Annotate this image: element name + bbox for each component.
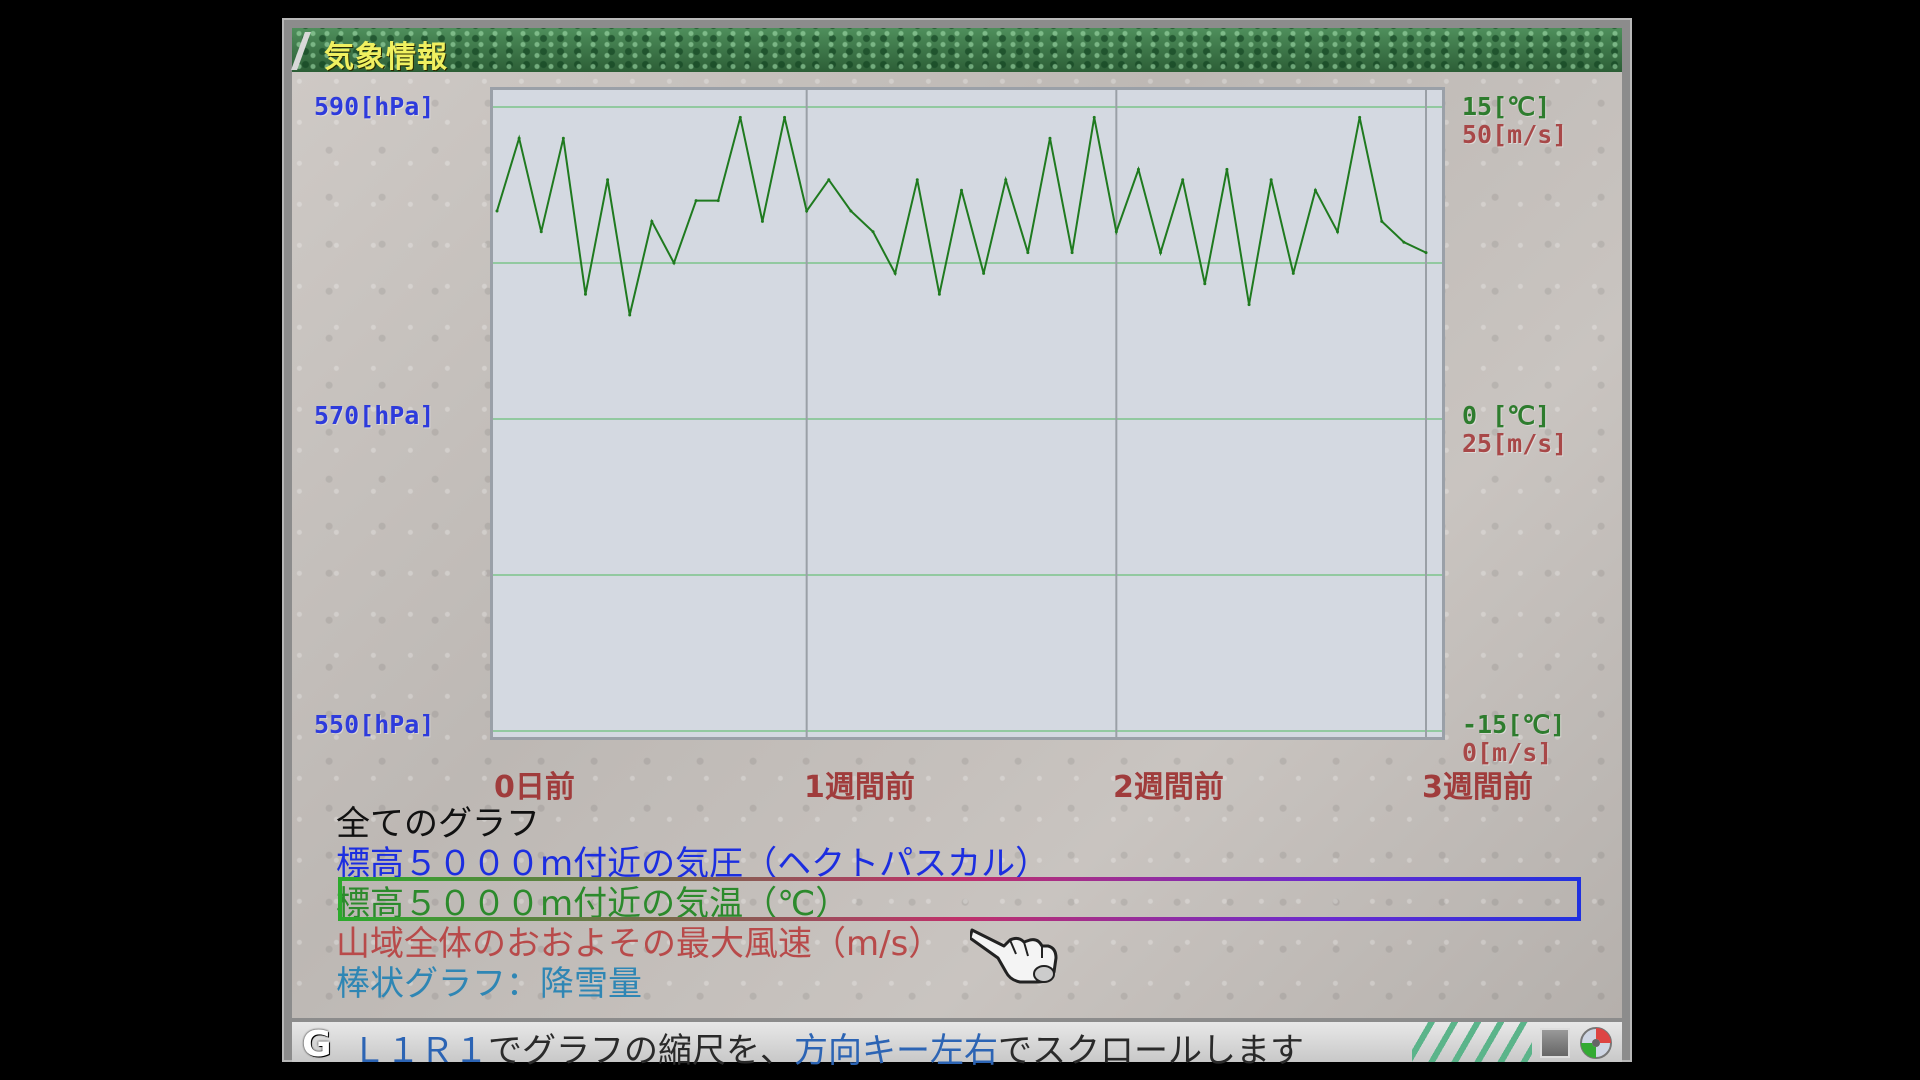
graph-plot-area xyxy=(490,87,1445,740)
temperature-point xyxy=(1313,188,1317,192)
temperature-point xyxy=(1136,167,1140,171)
right-temp-top-label: 15[℃] xyxy=(1462,92,1551,121)
temperature-series-line xyxy=(496,117,1427,316)
temperature-point xyxy=(650,219,654,223)
temperature-point xyxy=(960,188,963,192)
left-axis-top-label: 590[hPa] xyxy=(314,92,435,121)
temperature-point xyxy=(1026,251,1030,255)
right-temp-bottom-label: -15[℃] xyxy=(1462,710,1566,739)
temperature-point xyxy=(871,230,875,234)
temperature-point xyxy=(937,292,941,296)
memory-card-icon xyxy=(1540,1028,1570,1058)
x-label-3-weeks: 3週間前 xyxy=(1422,770,1533,805)
status-hint: Ｌ１Ｒ１でグラフの縮尺を、方向キー左右でスクロールします xyxy=(352,1023,1304,1072)
right-temp-mid-label: 0 [℃] xyxy=(1462,401,1551,430)
temperature-point xyxy=(915,178,919,182)
temperature-point xyxy=(495,209,499,213)
temperature-point xyxy=(738,115,742,119)
status-bar: G Ｌ１Ｒ１でグラフの縮尺を、方向キー左右でスクロールします xyxy=(292,1022,1622,1071)
temperature-point xyxy=(849,209,853,213)
title-bar: 気象情報 xyxy=(291,28,1622,75)
temperature-point xyxy=(1380,219,1384,223)
temperature-point xyxy=(1159,251,1163,255)
temperature-point xyxy=(561,136,565,140)
temperature-point xyxy=(893,271,897,275)
temperature-point xyxy=(1114,230,1118,234)
temperature-point xyxy=(1181,178,1185,182)
title-bar-slash-decoration xyxy=(291,32,311,70)
status-direction-keys: 方向キー左右 xyxy=(794,1031,998,1071)
temperature-point xyxy=(760,219,764,223)
status-l1r1: Ｌ１Ｒ１ xyxy=(352,1031,488,1071)
menu-item-snowfall[interactable]: 棒状グラフ：降雪量 xyxy=(336,956,642,1005)
temperature-point xyxy=(783,115,787,119)
temperature-point xyxy=(1269,178,1273,182)
temperature-point xyxy=(628,313,632,317)
temperature-point xyxy=(716,199,720,203)
temperature-point xyxy=(1225,167,1229,171)
temperature-point xyxy=(1336,230,1340,234)
disc-icon xyxy=(1580,1027,1612,1059)
temperature-point xyxy=(827,178,831,182)
right-wind-top-label: 50[m/s] xyxy=(1462,120,1568,149)
status-stripes-decoration xyxy=(1412,1022,1532,1062)
x-label-1-week: 1週間前 xyxy=(804,770,915,805)
temperature-point xyxy=(1358,115,1362,119)
temperature-point xyxy=(694,199,698,203)
temperature-point xyxy=(1070,251,1074,255)
right-wind-mid-label: 25[m/s] xyxy=(1462,429,1568,458)
temperature-point xyxy=(1048,136,1052,140)
temperature-point xyxy=(672,261,676,265)
x-label-2-weeks: 2週間前 xyxy=(1113,770,1224,805)
temperature-point xyxy=(805,209,809,213)
left-axis-bottom-label: 550[hPa] xyxy=(314,710,435,739)
selection-highlight xyxy=(338,877,1581,921)
status-scale-text: でグラフの縮尺を、 xyxy=(488,1031,794,1071)
temperature-point xyxy=(517,136,521,140)
temperature-point xyxy=(1004,178,1008,182)
status-scroll-text: でスクロールします xyxy=(998,1031,1304,1071)
temperature-point xyxy=(539,230,543,234)
temperature-point xyxy=(1092,115,1096,119)
temperature-point xyxy=(583,292,587,296)
temperature-chart xyxy=(493,90,1442,737)
temperature-point xyxy=(982,271,986,275)
temperature-point xyxy=(606,178,610,182)
temperature-point xyxy=(1291,271,1295,275)
g-button-icon[interactable]: G xyxy=(302,1024,342,1065)
temperature-point xyxy=(1402,240,1406,244)
hand-pointer-icon xyxy=(970,928,1058,984)
left-axis-mid-label: 570[hPa] xyxy=(314,401,435,430)
window-title: 気象情報 xyxy=(324,40,448,75)
temperature-point xyxy=(1203,282,1207,286)
temperature-point xyxy=(1424,251,1428,255)
temperature-point xyxy=(1247,303,1251,307)
